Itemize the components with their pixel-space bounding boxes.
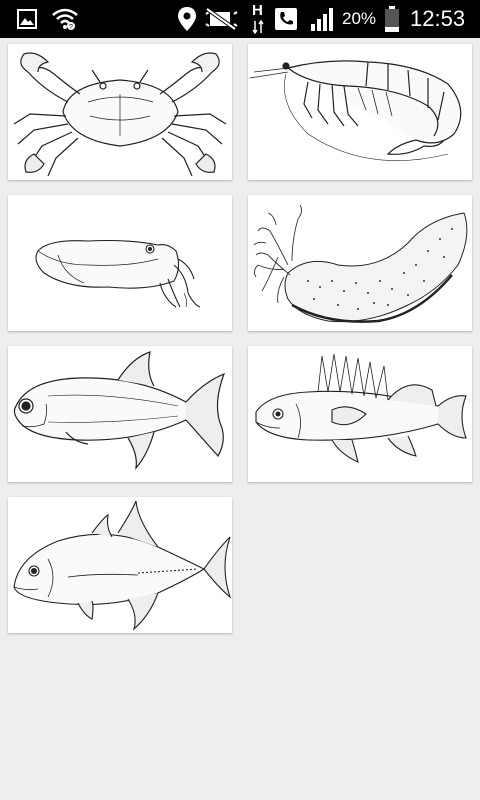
perch-drawing: [255, 353, 467, 463]
svg-text:?: ?: [69, 24, 73, 31]
sea-cucumber-drawing: [253, 204, 468, 323]
shrimp-drawing: [249, 60, 462, 161]
crab-drawing: [13, 52, 227, 177]
silent-icon: [203, 5, 239, 33]
battery-icon: [384, 5, 400, 33]
wifi-icon: ?: [50, 5, 80, 33]
gallery-item-crab[interactable]: [8, 44, 232, 180]
trevally-drawing: [13, 500, 232, 631]
data-arrows-icon: [252, 20, 264, 34]
signal-icon: [308, 5, 336, 33]
gallery-icon: [14, 5, 40, 33]
location-icon: [176, 5, 198, 33]
gallery-item-trevally[interactable]: [8, 497, 232, 633]
gallery-item-cuttlefish[interactable]: [8, 195, 232, 331]
clock: 12:53: [410, 6, 466, 31]
battery-percent: 20%: [342, 9, 377, 28]
status-bar: ? H 20% 12:53: [0, 0, 480, 38]
fish-drawing: [13, 351, 226, 470]
gallery-item-shrimp[interactable]: [248, 44, 472, 180]
phone-icon: [274, 5, 298, 33]
gallery-item-fish[interactable]: [8, 346, 232, 482]
gallery-item-sea-cucumber[interactable]: [248, 195, 472, 331]
gallery-item-perch[interactable]: [248, 346, 472, 482]
cuttlefish-drawing: [35, 239, 201, 308]
